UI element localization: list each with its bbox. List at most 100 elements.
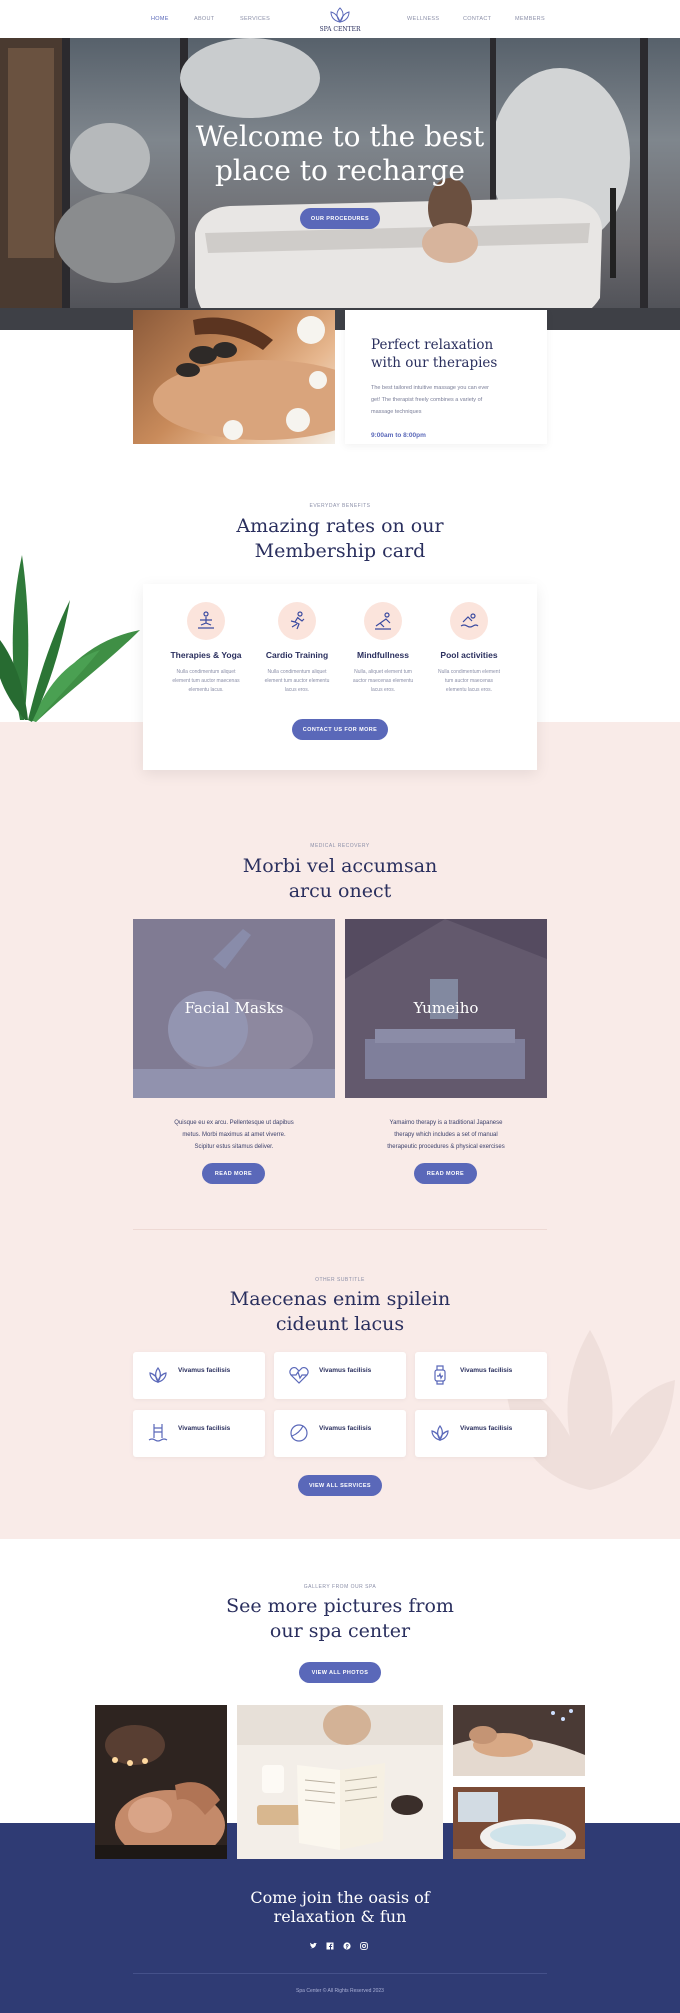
feature-title: Therapies & Yoga (170, 650, 242, 660)
service-label: Vivamus facilisis (460, 1425, 513, 1432)
feature-desc-line: elementu lacus. (188, 687, 224, 693)
services-title: Maecenas enim spilein cideunt lacus (0, 1287, 680, 1337)
footer-divider (133, 1973, 547, 1974)
feature-description: Nulla condimentum element tum auctor mae… (426, 668, 512, 695)
read-more-facial-button[interactable]: READ MORE (202, 1163, 265, 1184)
yumeiho-card[interactable]: Yumeiho (345, 919, 547, 1098)
our-procedures-button[interactable]: OUR PROCEDURES (300, 208, 380, 229)
service-item[interactable]: Vivamus facilisis (415, 1352, 547, 1399)
feature-desc-line: Nulla, aliquet element tum (354, 669, 412, 675)
gallery-image-candles[interactable] (95, 1705, 227, 1859)
recovery-title-line2: arcu onect (288, 880, 392, 902)
card-desc-line: Quisque eu ex arcu. Pellentesque ut dapi… (174, 1120, 294, 1126)
intro-card: Perfect relaxation with our therapies Th… (345, 310, 547, 444)
footer-title-line1: Come join the oasis of (250, 1888, 430, 1907)
yoga-icon (187, 602, 225, 640)
logo-text[interactable]: SPA CENTER (315, 26, 365, 33)
services-title-line1: Maecenas enim spilein (229, 1288, 451, 1310)
card-title: Facial Masks (184, 999, 284, 1017)
feature-description: Nulla condimentum aliquet element tum au… (254, 668, 340, 695)
gallery-image-foot-massage[interactable] (453, 1705, 585, 1776)
service-item[interactable]: Vivamus facilisis (415, 1410, 547, 1457)
plant-decoration-icon (0, 555, 140, 722)
service-label: Vivamus facilisis (178, 1425, 231, 1432)
service-item[interactable]: Vivamus facilisis (133, 1410, 265, 1457)
gallery-image-book[interactable] (237, 1705, 443, 1859)
instagram-icon[interactable] (359, 1941, 369, 1951)
card-desc-line: metus. Morbi maximus at amet viverre. (182, 1132, 286, 1138)
feature-desc-line: auctor maecenas elementu (352, 678, 414, 684)
facial-masks-card[interactable]: Facial Masks (133, 919, 335, 1098)
hero-title: Welcome to the best place to recharge (140, 120, 540, 188)
footer-title-line2: relaxation & fun (273, 1907, 407, 1926)
intro-title-line2: with our therapies (371, 355, 498, 371)
nav-members[interactable]: MEMBERS (515, 16, 545, 22)
feature-desc-line: Nulla condimentum element (438, 669, 500, 675)
feature-mindfullness: Mindfullness Nulla, aliquet element tum … (340, 602, 426, 695)
heart-pulse-icon (289, 1366, 309, 1384)
service-item[interactable]: Vivamus facilisis (274, 1352, 406, 1399)
feature-description: Nulla, aliquet element tum auctor maecen… (340, 668, 426, 695)
service-label: Vivamus facilisis (460, 1367, 513, 1374)
swimming-icon (450, 602, 488, 640)
service-label: Vivamus facilisis (178, 1367, 231, 1374)
twitter-icon[interactable] (308, 1941, 318, 1951)
gallery-title-line1: See more pictures from (226, 1595, 454, 1617)
card-desc-line: therapeutic procedures & physical exerci… (387, 1144, 505, 1150)
contact-us-button[interactable]: CONTACT US FOR MORE (292, 719, 388, 740)
top-navigation: HOME ABOUT SERVICES SPA CENTER WELLNESS … (0, 0, 680, 38)
facial-masks-description: Quisque eu ex arcu. Pellentesque ut dapi… (133, 1117, 335, 1153)
nav-home[interactable]: HOME (151, 16, 169, 22)
feature-desc-line: elementu lacus eros. (445, 687, 493, 693)
feature-title: Mindfullness (357, 650, 409, 660)
pinterest-icon[interactable] (342, 1941, 352, 1951)
feature-desc-line: Nulla condimentum aliquet (267, 669, 327, 675)
membership-title-line1: Amazing rates on our (236, 515, 444, 537)
services-title-line2: cideunt lacus (275, 1313, 405, 1335)
section-divider (133, 1229, 547, 1230)
feature-desc-line: element tum auctor maecenas (172, 678, 240, 684)
hero-title-line2: place to recharge (215, 154, 465, 187)
feature-desc-line: lacus eros. (284, 687, 310, 693)
lotus-icon (149, 1366, 167, 1384)
service-item[interactable]: Vivamus facilisis (133, 1352, 265, 1399)
intro-desc-line3: massage techniques (371, 409, 422, 415)
gallery-eyebrow: GALLERY FROM OUR SPA (303, 1584, 377, 1590)
recovery-eyebrow: MEDICAL RECOVERY (310, 843, 370, 849)
feature-desc-line: lacus eros. (370, 687, 396, 693)
membership-title-line2: Membership card (254, 540, 426, 562)
smartwatch-icon (434, 1365, 446, 1385)
nav-contact[interactable]: CONTACT (463, 16, 491, 22)
nav-about[interactable]: ABOUT (194, 16, 214, 22)
card-desc-line: Scipitur estus sitamus deliver. (194, 1144, 274, 1150)
feature-therapies: Therapies & Yoga Nulla condimentum aliqu… (163, 602, 249, 695)
nav-wellness[interactable]: WELLNESS (407, 16, 439, 22)
card-title: Yumeiho (413, 999, 479, 1017)
feature-pool: Pool activities Nulla condimentum elemen… (426, 602, 512, 695)
view-all-photos-button[interactable]: VIEW ALL PHOTOS (299, 1662, 381, 1683)
recovery-title: Morbi vel accumsan arcu onect (0, 854, 680, 904)
service-label: Vivamus facilisis (319, 1425, 372, 1432)
membership-title: Amazing rates on our Membership card (0, 514, 680, 564)
logo-icon[interactable] (326, 6, 354, 24)
gallery-title: See more pictures from our spa center (0, 1594, 680, 1644)
view-all-services-button[interactable]: VIEW ALL SERVICES (298, 1475, 382, 1496)
intro-title: Perfect relaxation with our therapies (371, 336, 497, 372)
facebook-icon[interactable] (325, 1941, 335, 1951)
hero-section: Welcome to the best place to recharge OU… (0, 38, 680, 330)
nav-services[interactable]: SERVICES (240, 16, 270, 22)
meditation-icon (364, 602, 402, 640)
feature-title: Cardio Training (265, 650, 329, 660)
yumeiho-description: Yamaimo therapy is a traditional Japanes… (345, 1117, 547, 1153)
read-more-yumeiho-button[interactable]: READ MORE (414, 1163, 477, 1184)
feature-desc-line: Nulla condimentum aliquet (176, 669, 236, 675)
membership-eyebrow: EVERYDAY BENEFITS (309, 503, 371, 509)
intro-description: The best tailored intuitive massage you … (371, 382, 489, 418)
gallery-image-jacuzzi[interactable] (453, 1787, 585, 1859)
intro-title-line1: Perfect relaxation (371, 337, 494, 353)
feature-desc-line: tum auctor maecenas (444, 678, 494, 684)
footer-title: Come join the oasis of relaxation & fun (0, 1888, 680, 1926)
opening-hours: 9:00am to 8:00pm (371, 432, 426, 439)
intro-desc-line2: get! The therapist freely combines a var… (371, 397, 483, 403)
service-item[interactable]: Vivamus facilisis (274, 1410, 406, 1457)
